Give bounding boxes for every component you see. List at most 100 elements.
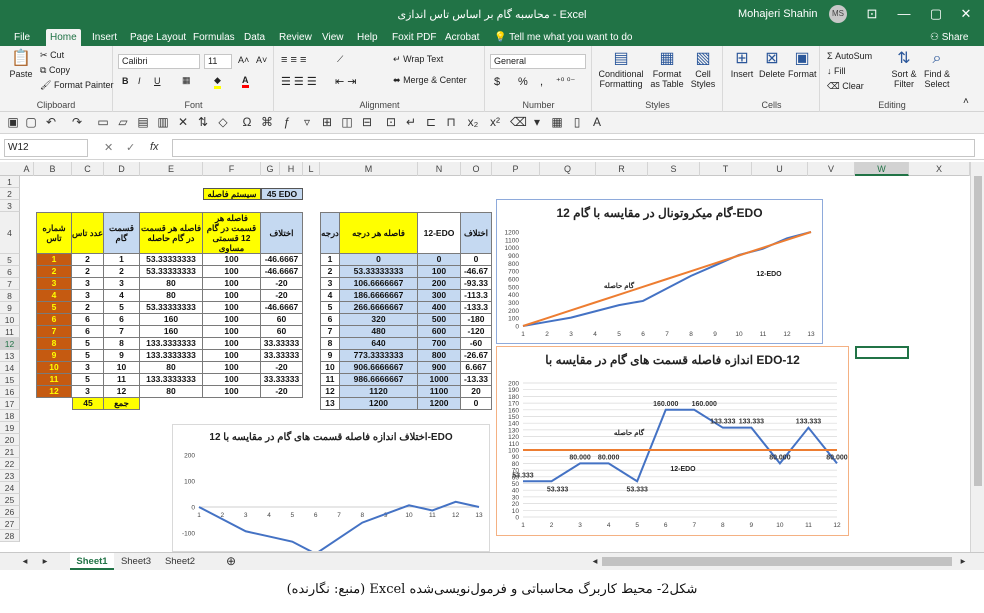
camera-icon[interactable]: ◫	[340, 115, 354, 129]
table-row-cell[interactable]: 13	[320, 398, 340, 410]
decimal-icon[interactable]: ⁺⁰ ⁰⁻	[556, 76, 575, 87]
table-row-cell[interactable]: 100	[203, 254, 261, 266]
sort-asc-icon[interactable]: ⇅	[196, 115, 210, 129]
table-row-cell[interactable]: 3	[104, 278, 140, 290]
undo-icon[interactable]: ↶	[44, 115, 58, 129]
table-row-cell[interactable]: 100	[203, 326, 261, 338]
table-row-cell[interactable]: 80	[140, 362, 203, 374]
table-row-cell[interactable]: 5	[72, 338, 104, 350]
table-row-cell[interactable]: 100	[203, 302, 261, 314]
table-row-cell[interactable]: 900	[418, 362, 461, 374]
currency-button[interactable]: $	[494, 76, 500, 88]
table-row-cell[interactable]: 106.6666667	[340, 278, 418, 290]
table-row-cell[interactable]: -120	[461, 326, 492, 338]
table-row-cell[interactable]: -20	[261, 362, 303, 374]
table-header[interactable]: فاصله هر قسمت در گام 12 قسمتی مساوی	[203, 212, 261, 254]
table-row-cell[interactable]: 1200	[340, 398, 418, 410]
pivot-icon[interactable]: ✕	[176, 115, 190, 129]
table-row-cell[interactable]: 7	[36, 326, 72, 338]
table-row-cell[interactable]: 53.33333333	[340, 266, 418, 278]
row-header[interactable]: 23	[0, 470, 20, 482]
chart-microtonal-scale[interactable]: گام میکروتونال در مقایسه با گام 12-EDO 0…	[496, 199, 823, 344]
table-header[interactable]: فاصله هر درجه	[340, 212, 418, 254]
table-row-cell[interactable]: 12	[36, 386, 72, 398]
table-row-cell[interactable]: 80	[140, 290, 203, 302]
table-row-cell[interactable]: 20	[461, 386, 492, 398]
table-row-cell[interactable]: 133.3333333	[140, 350, 203, 362]
paste-button[interactable]: 📋 Paste	[6, 50, 36, 79]
series-line-1[interactable]	[198, 500, 480, 551]
row-header[interactable]: 1	[0, 176, 20, 188]
tab-insert[interactable]: Insert	[88, 29, 121, 46]
row-header[interactable]: 18	[0, 410, 20, 422]
percent-button[interactable]: %	[518, 76, 528, 88]
table-row-cell[interactable]: 1100	[418, 386, 461, 398]
table-row-cell[interactable]: 0	[461, 398, 492, 410]
frame-qat-icon[interactable]: ⊓	[444, 115, 458, 129]
format-painter-button[interactable]: 🖌 Format Painter	[40, 80, 113, 91]
column-header[interactable]: H	[280, 162, 303, 176]
subscript-icon[interactable]: x₂	[466, 115, 480, 129]
column-header[interactable]: G	[261, 162, 280, 176]
text-icon[interactable]: A	[590, 115, 604, 129]
table-row-cell[interactable]: 6.667	[461, 362, 492, 374]
italic-button[interactable]: I	[138, 76, 141, 86]
name-box[interactable]: W12	[4, 139, 88, 157]
table-row-cell[interactable]: 11	[104, 374, 140, 386]
column-header[interactable]: N	[418, 162, 461, 176]
table-row-cell[interactable]: 480	[340, 326, 418, 338]
dropdown-qat-icon[interactable]: ▾	[530, 115, 544, 129]
tab-file[interactable]: File	[10, 29, 34, 46]
user-name[interactable]: Mohajeri Shahin	[738, 8, 818, 20]
fill-button[interactable]: ↓ Fill	[827, 66, 846, 76]
tab-foxit-pdf[interactable]: Foxit PDF	[388, 29, 440, 46]
underline-button[interactable]: U	[154, 76, 161, 86]
table-row-cell[interactable]: 300	[418, 290, 461, 302]
insert-function-icon[interactable]: fx	[150, 141, 159, 153]
sum-value-cell[interactable]: 45	[72, 398, 104, 410]
table-header[interactable]: درجه	[320, 212, 340, 254]
row-header[interactable]: 12	[0, 338, 20, 350]
row-header[interactable]: 8	[0, 290, 20, 302]
table-row-cell[interactable]: 986.6666667	[340, 374, 418, 386]
row-header[interactable]: 16	[0, 386, 20, 398]
table-row-cell[interactable]: 3	[36, 278, 72, 290]
table-row-cell[interactable]: -20	[261, 290, 303, 302]
calc-icon[interactable]: ▦	[550, 115, 564, 129]
tab-view[interactable]: View	[318, 29, 348, 46]
table-row-cell[interactable]: -46.6667	[261, 302, 303, 314]
table-row-cell[interactable]: 10	[104, 362, 140, 374]
column-header[interactable]: A	[20, 162, 34, 176]
row-header[interactable]: 24	[0, 482, 20, 494]
table-row-cell[interactable]: -93.33	[461, 278, 492, 290]
table-row-cell[interactable]: 773.3333333	[340, 350, 418, 362]
sheet-tab-1[interactable]: Sheet1	[70, 553, 114, 570]
table-row-cell[interactable]: 400	[418, 302, 461, 314]
column-header[interactable]: C	[72, 162, 104, 176]
table-row-cell[interactable]: 4	[320, 290, 340, 302]
table-row-cell[interactable]: -60	[461, 338, 492, 350]
tab-formulas[interactable]: Formulas	[189, 29, 239, 46]
table-row-cell[interactable]: 3	[320, 278, 340, 290]
table-row-cell[interactable]: 33.33333	[261, 350, 303, 362]
column-header[interactable]: B	[34, 162, 72, 176]
sheet-tab-3[interactable]: Sheet3	[116, 553, 156, 570]
row-header[interactable]: 4	[0, 212, 20, 254]
table-row-cell[interactable]: 133.3333333	[140, 338, 203, 350]
table-row-cell[interactable]: 320	[340, 314, 418, 326]
table-row-cell[interactable]: 5	[320, 302, 340, 314]
chart-interval-size[interactable]: اندازه فاصله قسمت های گام در مقایسه با E…	[496, 346, 849, 536]
add-sheet-icon[interactable]: ⊕	[222, 553, 240, 570]
sum-label-cell[interactable]: جمع	[104, 398, 140, 410]
table-row-cell[interactable]: 33.33333	[261, 338, 303, 350]
table-row-cell[interactable]: 200	[418, 278, 461, 290]
cell-styles-button[interactable]: ▧ Cell Styles	[687, 50, 719, 89]
table-row-cell[interactable]: 1200	[418, 398, 461, 410]
table-row-cell[interactable]: -13.33	[461, 374, 492, 386]
column-header[interactable]: O	[461, 162, 492, 176]
link-icon[interactable]: ⌘	[260, 115, 274, 129]
table-row-cell[interactable]: 53.33333333	[140, 266, 203, 278]
chart-icon[interactable]: ▥	[156, 115, 170, 129]
align-top-icon[interactable]: ≡ ≡ ≡	[281, 54, 306, 66]
table-header[interactable]: 12-EDO	[418, 212, 461, 254]
